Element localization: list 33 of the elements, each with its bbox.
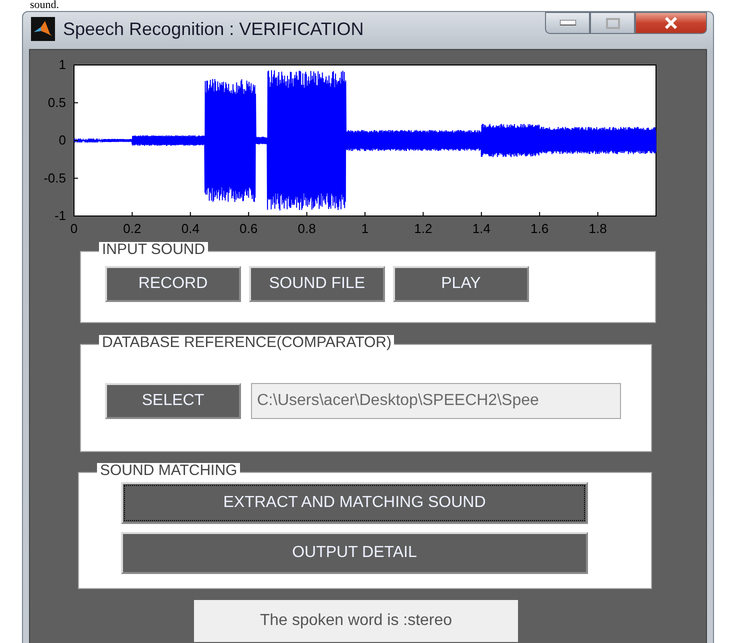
close-icon	[663, 17, 679, 29]
y-tick-label: 1	[58, 57, 66, 72]
x-tick-label: 1	[361, 221, 369, 236]
action-button[interactable]: OUTPUT DETAIL	[121, 532, 588, 574]
result-text: The spoken word is :stereo	[194, 600, 518, 642]
y-tick-label: 0	[58, 132, 66, 148]
app-icon	[31, 17, 55, 41]
x-tick-label: 0	[70, 221, 78, 236]
minimize-button[interactable]	[545, 12, 590, 34]
close-button[interactable]	[635, 12, 707, 34]
x-tick-label: 0.6	[240, 221, 258, 236]
y-tick-label: -1	[54, 208, 66, 223]
x-tick-label: 0.8	[298, 221, 316, 236]
y-tick-label: 0.5	[48, 94, 66, 110]
action-button[interactable]: RECORD	[105, 266, 241, 302]
x-tick-label: 1.4	[472, 221, 490, 236]
x-tick-label: 0.2	[123, 221, 142, 236]
y-tick-label: -0.5	[44, 170, 66, 186]
path-field[interactable]: C:\Users\acer\Desktop\SPEECH2\Spee	[251, 383, 621, 419]
action-button[interactable]: PLAY	[393, 266, 529, 302]
page-text: sound.	[29, 0, 60, 11]
x-tick-label: 0.4	[181, 221, 200, 236]
action-button[interactable]: SOUND FILE	[249, 266, 385, 302]
select-button[interactable]: SELECT	[105, 383, 241, 419]
maximize-icon	[606, 18, 620, 28]
maximize-button[interactable]	[590, 12, 635, 34]
x-tick-label: 1.2	[414, 221, 432, 236]
window-title: Speech Recognition : VERIFICATION	[63, 18, 364, 40]
panel-title: DATABASE REFERENCE(COMPARATOR)	[99, 335, 394, 351]
minimize-icon	[560, 20, 576, 26]
x-tick-label: 1.8	[588, 221, 607, 236]
x-tick-label: 1.6	[530, 221, 549, 236]
action-button[interactable]: EXTRACT AND MATCHING SOUND	[121, 482, 588, 524]
